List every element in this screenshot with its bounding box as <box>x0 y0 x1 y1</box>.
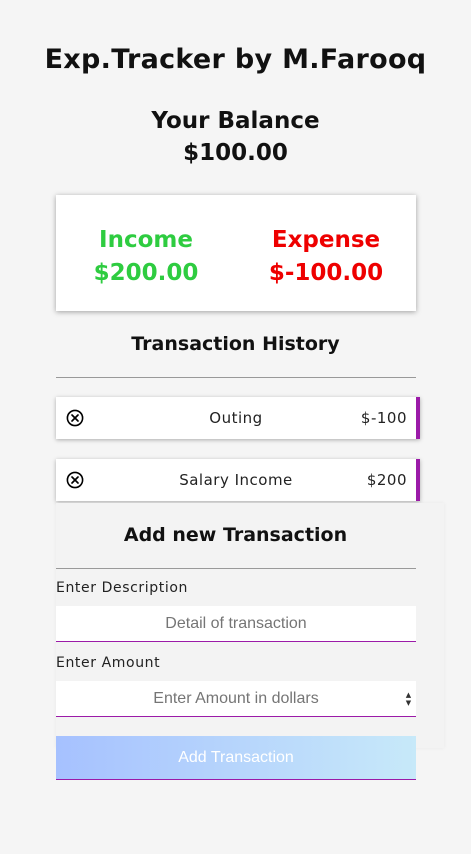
transaction-amount: $200 <box>366 471 407 489</box>
transaction-item: Outing $-100 <box>56 397 420 439</box>
chevron-up-icon[interactable]: ▲ <box>403 691 414 699</box>
circle-x-icon <box>66 409 84 427</box>
add-transaction-title: Add new Transaction <box>123 524 348 546</box>
income-label: Income <box>99 227 193 253</box>
expense-summary: Expense $-100.00 <box>236 224 416 290</box>
transaction-amount: $-100 <box>360 409 407 427</box>
app-title: Exp.Tracker by M.Farooq <box>44 44 427 75</box>
transaction-item: Salary Income $200 <box>56 459 420 501</box>
chevron-down-icon[interactable]: ▼ <box>403 699 414 707</box>
description-label: Enter Description <box>56 580 188 596</box>
income-summary: Income $200.00 <box>56 224 236 290</box>
expense-value: $-100.00 <box>268 260 384 286</box>
transaction-description: Outing <box>209 409 263 427</box>
balance-label: Your Balance <box>151 108 320 134</box>
delete-transaction-button[interactable] <box>66 409 84 427</box>
description-input[interactable] <box>56 606 416 642</box>
income-value: $200.00 <box>93 260 199 286</box>
form-divider <box>56 568 416 569</box>
expense-label: Expense <box>271 227 381 253</box>
balance-value: $100.00 <box>183 140 288 166</box>
circle-x-icon <box>66 471 84 489</box>
amount-label: Enter Amount <box>56 655 161 671</box>
amount-input[interactable] <box>56 681 416 717</box>
add-transaction-button[interactable]: Add Transaction <box>56 736 416 780</box>
transaction-history-title: Transaction History <box>131 333 340 355</box>
history-divider <box>56 377 416 378</box>
amount-stepper[interactable]: ▲ ▼ <box>403 691 414 707</box>
transaction-description: Salary Income <box>179 471 293 489</box>
delete-transaction-button[interactable] <box>66 471 84 489</box>
income-expense-card: Income $200.00 Expense $-100.00 <box>56 195 416 311</box>
